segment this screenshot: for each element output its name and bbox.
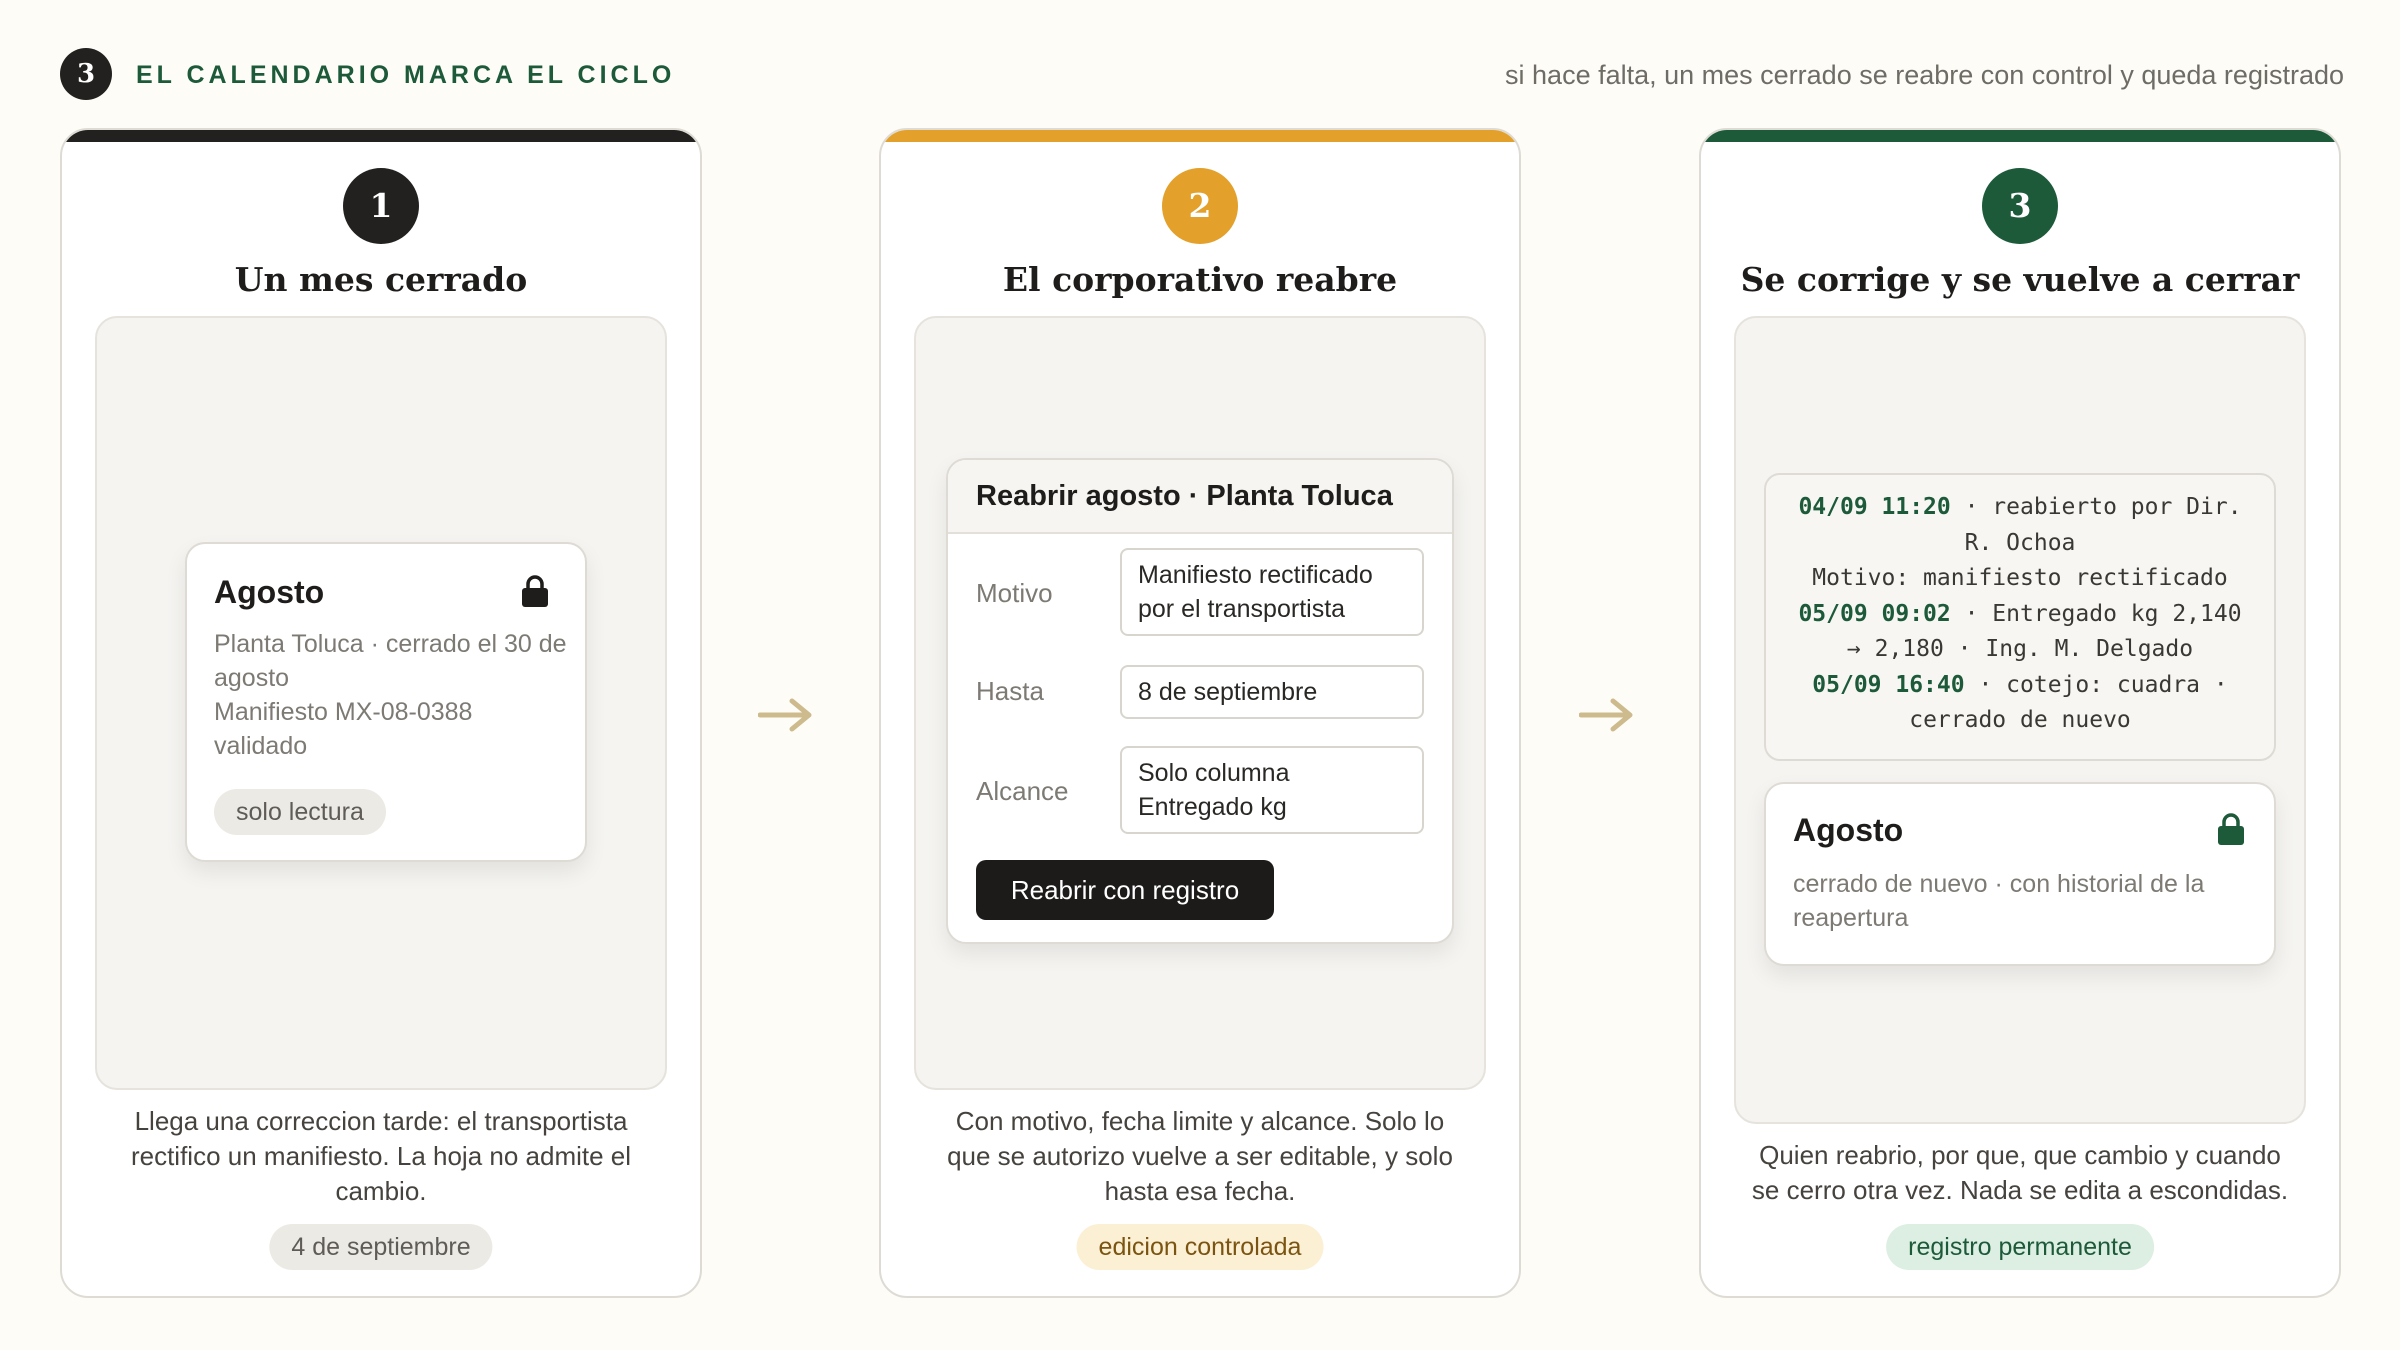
step-description: Llega una correccion tarde: el transport… [130,1106,632,1206]
month-detail-line: cerrado de nuevo · con historial de la [1793,870,2205,898]
month-detail-line: reapertura [1793,904,1909,932]
card-accent-bar [62,130,700,142]
arrow-right-icon [758,698,812,732]
month-title: Agosto [214,574,325,610]
log-line: Motivo: manifiesto rectificado [1812,565,2228,591]
month-detail-line: Manifiesto MX-08-0388 [214,698,473,726]
card-accent-bar [881,130,1519,142]
log-line: → 2,180 · Ing. M. Delgado [1846,636,2194,662]
audit-log: 04/09 11:20 · reabierto por Dir. R. Ocho… [1764,473,2276,761]
step-title: Se corrige y se vuelve a cerrar [1740,260,2300,299]
log-line: 04/09 11:20 · reabierto por Dir. [1798,494,2242,520]
log-line: 05/09 09:02 · Entregado kg 2,140 [1798,600,2242,627]
controlled-edit-badge: edicion controlada [1076,1224,1324,1270]
step-date-badge: 4 de septiembre [269,1224,493,1270]
step-number-badge: 2 [1162,168,1238,244]
month-detail-line: validado [214,732,308,760]
month-detail-line: Planta Toluca · cerrado el 30 de [214,630,567,658]
step-illustration: Agosto Planta Toluca · cerrado el 30 de … [95,316,667,1090]
alcance-field[interactable]: Solo columna Entregado kg [1120,746,1424,834]
lock-icon [2218,813,2244,845]
step-title: El corporativo reabre [1002,260,1398,299]
lock-icon [522,575,548,607]
step-card-1: 1 Un mes cerrado Agosto Planta Toluca · … [60,128,702,1298]
step-illustration: Reabrir agosto · Planta Toluca Motivo Ma… [914,316,1486,1090]
field-label-motivo: Motivo [976,578,1053,608]
step-number-badge: 1 [343,168,419,244]
step-illustration: 04/09 11:20 · reabierto por Dir. R. Ocho… [1734,316,2306,1124]
step-description: Con motivo, fecha limite y alcance. Solo… [947,1106,1453,1206]
log-line: cerrado de nuevo [1909,707,2131,733]
step-number-badge: 3 [1982,168,2058,244]
section-title: EL CALENDARIO MARCA EL CICLO [136,61,676,89]
reopen-with-log-button[interactable]: Reabrir con registro [976,860,1274,920]
month-card-reclosed: Agosto cerrado de nuevo · con historial … [1764,782,2276,966]
section-header: 3 EL CALENDARIO MARCA EL CICLO si hace f… [60,48,2344,100]
permanent-record-badge: registro permanente [1886,1224,2154,1270]
dialog-title: Reabrir agosto · Planta Toluca [976,480,1393,512]
step-description: Quien reabrio, por que, que cambio y cua… [1751,1140,2289,1205]
step-title: Un mes cerrado [234,260,528,299]
month-detail-line: agosto [214,664,290,692]
step-card-2: 2 El corporativo reabre Reabrir agosto ·… [879,128,1521,1298]
step-card-3: 3 Se corrige y se vuelve a cerrar 04/09 … [1699,128,2341,1298]
section-note: si hace falta, un mes cerrado se reabre … [1505,60,2344,90]
log-line: R. Ochoa [1964,529,2076,556]
dialog-header: Reabrir agosto · Planta Toluca [948,460,1452,534]
motivo-field[interactable]: Manifiesto rectificado por el transporti… [1120,548,1424,636]
field-label-hasta: Hasta [976,676,1044,706]
reopen-dialog: Reabrir agosto · Planta Toluca Motivo Ma… [946,458,1454,944]
hasta-field[interactable]: 8 de septiembre [1120,665,1424,719]
field-label-alcance: Alcance [976,776,1069,806]
read-only-chip: solo lectura [214,789,386,835]
log-line: 05/09 16:40 · cotejo: cuadra · [1812,671,2228,698]
month-card-closed: Agosto Planta Toluca · cerrado el 30 de … [185,542,587,862]
card-accent-bar [1701,130,2339,142]
arrow-right-icon [1579,698,1633,732]
month-title: Agosto [1793,812,1904,848]
section-step-badge: 3 [60,48,112,100]
